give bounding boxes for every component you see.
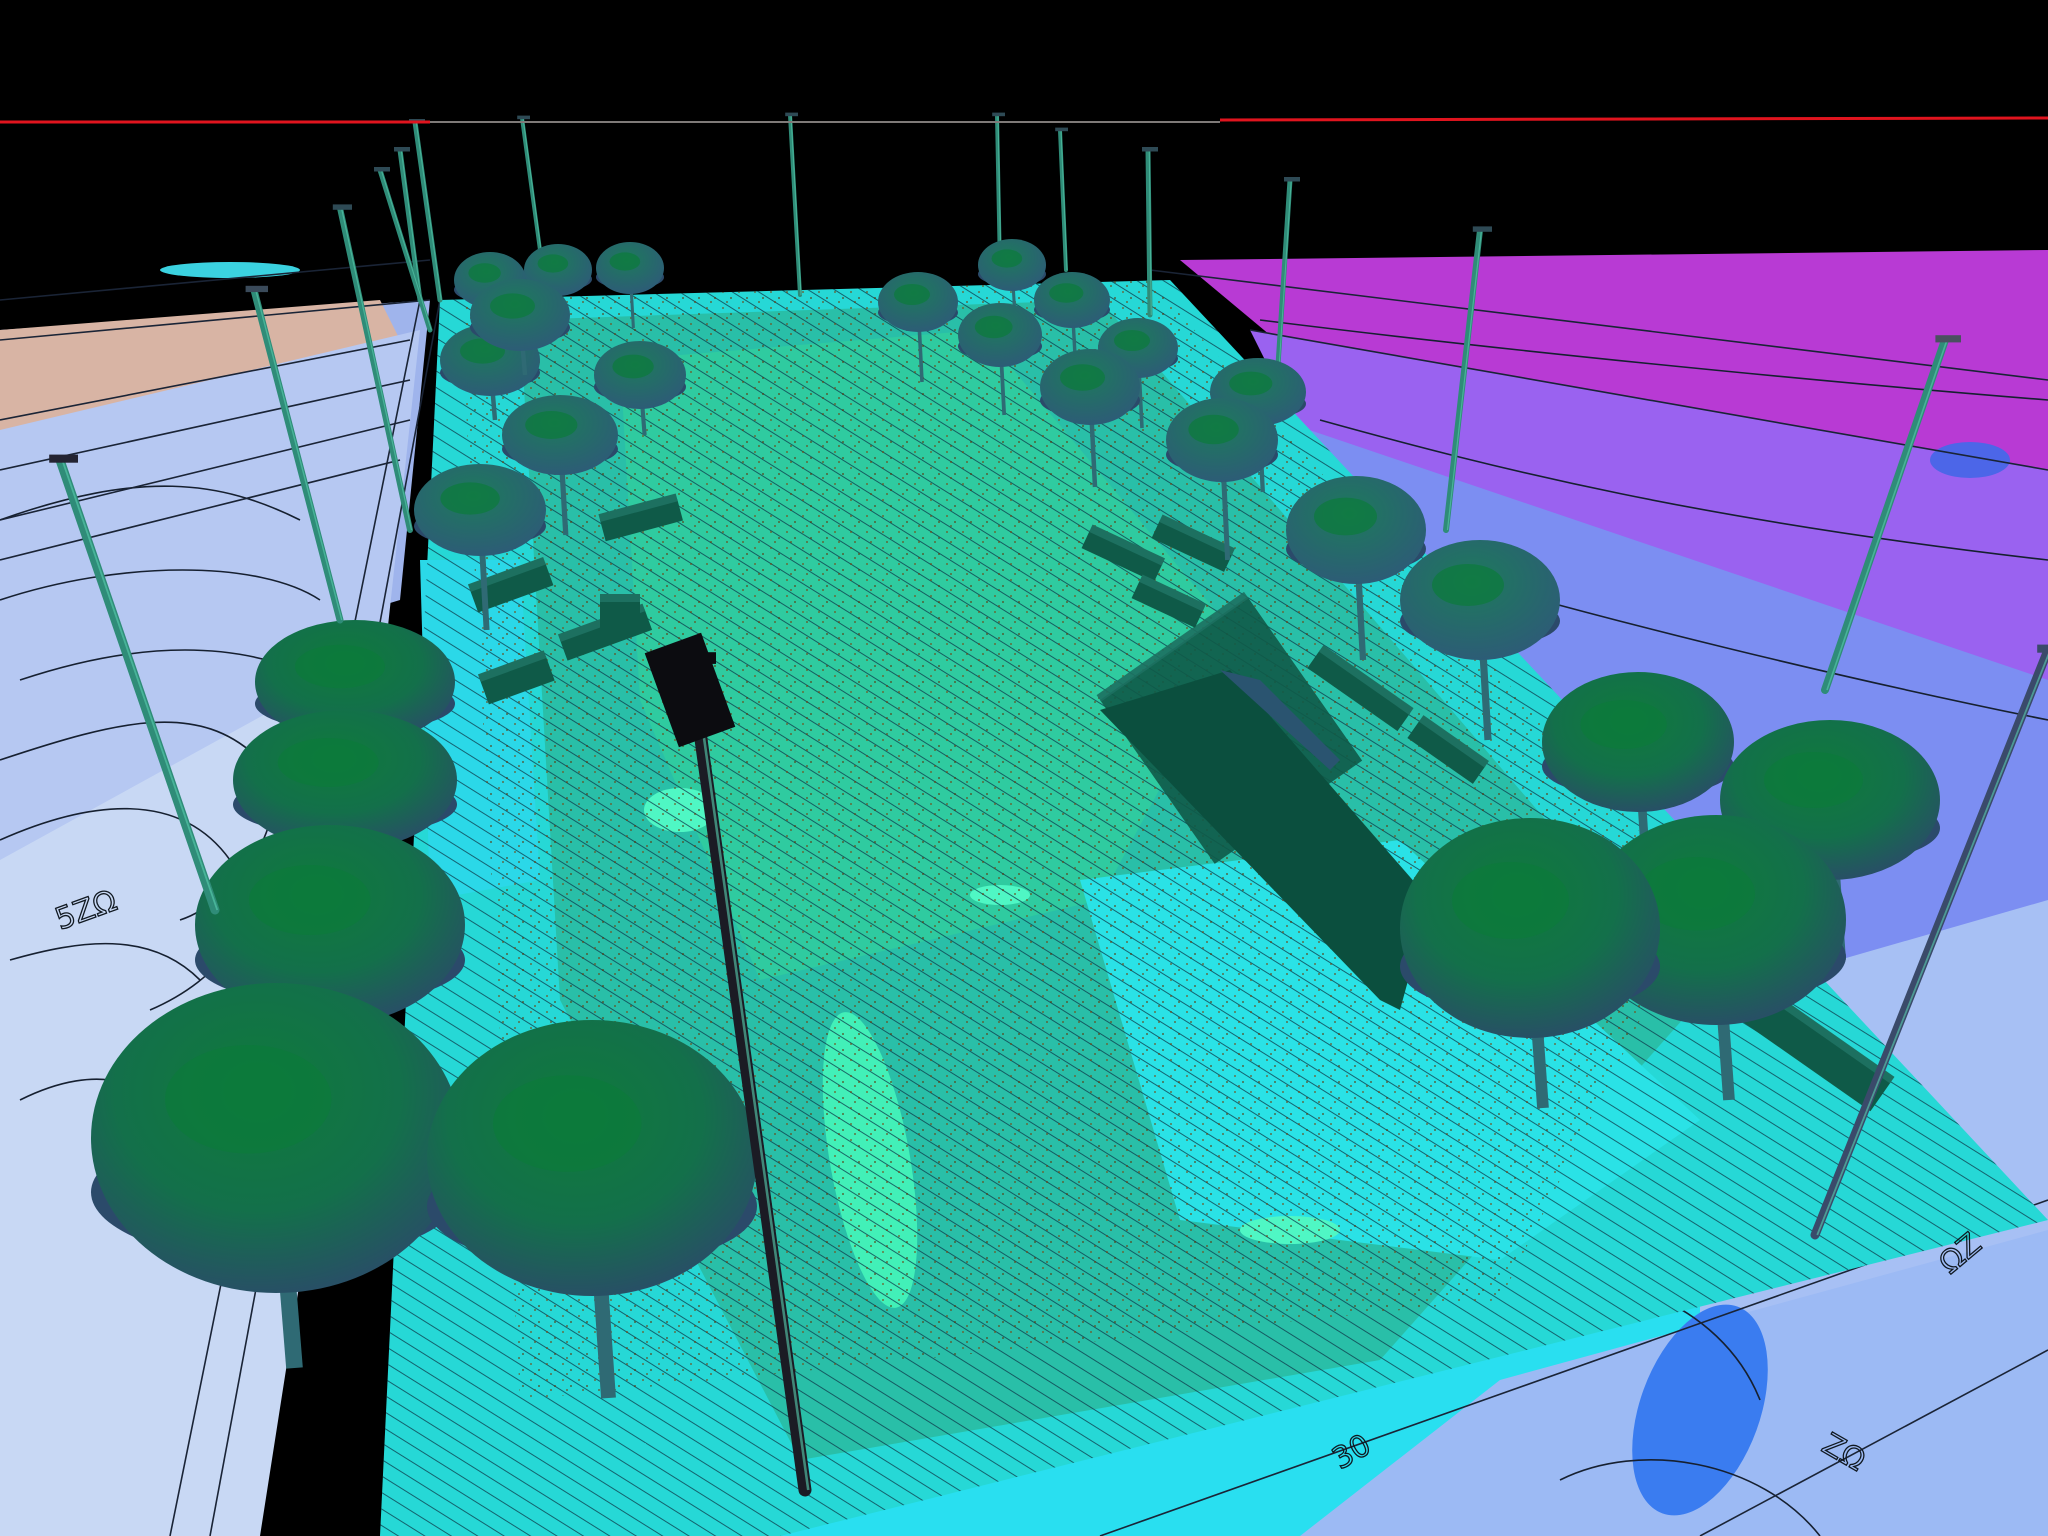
horizon [0,116,2048,124]
luminaire-icon [1284,177,1300,182]
luminaire-icon [245,285,268,293]
luminaire-icon [517,115,530,120]
luminaire-icon [394,147,410,152]
luminaire-icon [1055,127,1068,132]
luminaire-icon [992,112,1005,117]
luminaire-icon [1142,147,1158,152]
light-pole [517,115,542,252]
luminaire-icon [374,167,390,172]
lighting-scene: ZΩ 30 ΩZ 5ZΩ [0,112,2048,1536]
luminaire-icon [2037,644,2048,653]
luminaire-icon [1935,335,1961,343]
luminaire-icon [49,454,78,463]
hot-spot-right-2 [1930,442,2010,478]
light-pole [1055,127,1068,272]
luminaire-icon [785,112,798,117]
3d-viewport[interactable]: ZΩ 30 ΩZ 5ZΩ [0,0,2048,1536]
luminaire-icon [332,204,352,210]
planter-block [600,594,640,630]
hot-spot-left [160,262,300,278]
light-pole [785,112,802,297]
horizon-line-right [1219,116,2048,122]
luminaire-icon [1472,226,1492,232]
